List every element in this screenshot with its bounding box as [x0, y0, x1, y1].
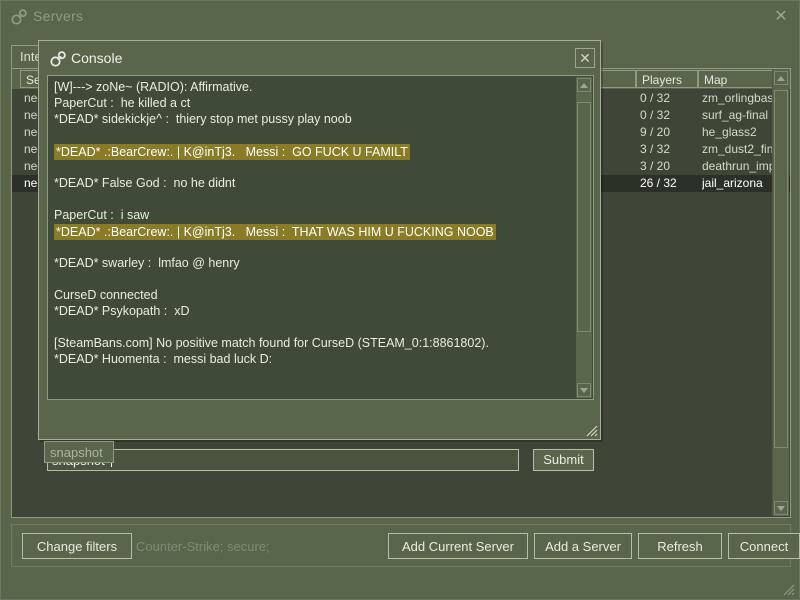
cell-players: 0 / 32	[640, 91, 671, 105]
console-log-line	[54, 239, 573, 255]
steam-logo-icon	[10, 8, 28, 26]
scroll-down-arrow-icon[interactable]	[774, 501, 788, 515]
console-input-row: Submit	[47, 449, 594, 473]
add-current-server-button[interactable]: Add Current Server	[388, 533, 528, 559]
scroll-down-arrow-icon[interactable]	[577, 383, 591, 397]
scrollbar-thumb[interactable]	[577, 101, 591, 332]
console-log-line	[54, 127, 573, 143]
console-log-line: CurseD connected	[54, 288, 158, 302]
console-log-line	[54, 271, 573, 287]
console-log-line	[54, 159, 573, 175]
console-log-line-highlighted: *DEAD* .:BearCrew:. | K@inTj3. Messi : T…	[54, 224, 496, 240]
cell-map: deathrun_impos..	[702, 159, 782, 173]
cell-players: 3 / 20	[640, 159, 671, 173]
scrollbar-thumb[interactable]	[774, 90, 788, 448]
console-log-line: *DEAD* swarley : lmfao @ henry	[54, 256, 240, 270]
cell-players: 9 / 20	[640, 125, 671, 139]
console-scrollbar[interactable]	[576, 77, 592, 398]
console-log-line	[54, 319, 573, 335]
console-log-lines: [W]---> zoNe~ (RADIO): Affirmative. Paper…	[54, 79, 573, 367]
cell-map: jail_arizona	[702, 176, 763, 190]
cell-map: zm_orlingbase_...	[702, 91, 782, 105]
servers-titlebar[interactable]: Servers ✕	[1, 1, 799, 33]
server-list-scrollbar[interactable]	[772, 70, 789, 516]
scroll-up-arrow-icon[interactable]	[774, 71, 788, 85]
console-log-line: PaperCut : he killed a ct	[54, 96, 191, 110]
resize-grip-icon[interactable]	[585, 424, 598, 437]
console-log-line-highlighted: *DEAD* .:BearCrew:. | K@inTj3. Messi : G…	[54, 144, 410, 160]
console-log-line: *DEAD* False God : no he didnt	[54, 176, 236, 190]
console-titlebar[interactable]: Console ✕	[39, 41, 600, 75]
console-window: Console ✕ [W]---> zoNe~ (RADIO): Affirma…	[38, 40, 601, 471]
cell-map: he_glass2	[702, 125, 757, 139]
console-command-input[interactable]	[47, 449, 519, 471]
bottom-toolbar: Change filters Counter-Strike; secure; A…	[11, 524, 800, 567]
console-log-line: [W]---> zoNe~ (RADIO): Affirmative.	[54, 80, 253, 94]
cell-players: 26 / 32	[640, 176, 677, 190]
cell-map: surf_ag-final	[702, 108, 769, 122]
add-a-server-button[interactable]: Add a Server	[534, 533, 632, 559]
console-log-line: *DEAD* Huomenta : messi bad luck D:	[54, 352, 273, 366]
resize-grip-icon[interactable]	[781, 582, 795, 596]
console-log-line	[54, 191, 573, 207]
filter-status-text: Counter-Strike; secure;	[136, 539, 270, 554]
column-header-players[interactable]: Players	[636, 70, 698, 88]
scroll-up-arrow-icon[interactable]	[577, 78, 591, 92]
cell-players: 3 / 32	[640, 142, 671, 156]
console-window-title: Console	[71, 50, 123, 66]
servers-window-title: Servers	[33, 8, 84, 24]
steam-logo-icon	[49, 50, 67, 68]
refresh-button[interactable]: Refresh	[638, 533, 722, 559]
connect-button[interactable]: Connect	[728, 533, 800, 559]
close-icon[interactable]: ✕	[773, 9, 789, 25]
change-filters-button[interactable]: Change filters	[22, 533, 132, 559]
console-log-line: [SteamBans.com] No positive match found …	[54, 336, 489, 350]
cell-map: zm_dust2_final	[702, 142, 782, 156]
console-log-line: *DEAD* Psykopath : xD	[54, 304, 190, 318]
console-log-area[interactable]: [W]---> zoNe~ (RADIO): Affirmative. Paper…	[47, 75, 594, 400]
console-log-line: PaperCut : i saw	[54, 208, 150, 222]
autocomplete-suggestion-item[interactable]: snapshot	[44, 441, 114, 463]
submit-button[interactable]: Submit	[533, 449, 594, 471]
console-log-line: *DEAD* sidekickje^ : thiery stop met pus…	[54, 112, 352, 126]
close-icon[interactable]: ✕	[575, 48, 595, 68]
cell-players: 0 / 32	[640, 108, 671, 122]
